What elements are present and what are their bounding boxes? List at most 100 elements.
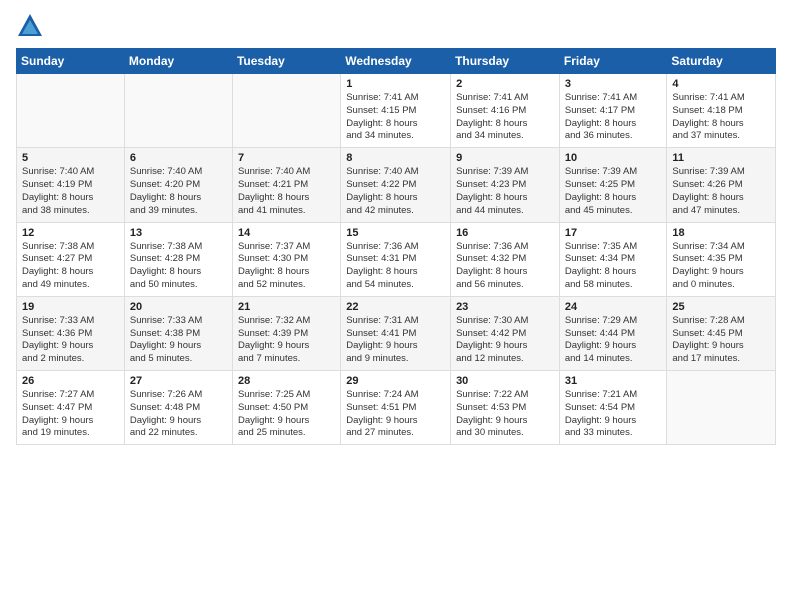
day-info: Sunrise: 7:24 AM Sunset: 4:51 PM Dayligh…	[346, 389, 445, 440]
calendar-cell: 18 Sunrise: 7:34 AM Sunset: 4:35 PM Dayli…	[667, 222, 776, 296]
day-number: 16	[456, 227, 554, 239]
calendar-cell: 27 Sunrise: 7:26 AM Sunset: 4:48 PM Dayli…	[124, 371, 232, 445]
calendar-cell: 13 Sunrise: 7:38 AM Sunset: 4:28 PM Dayli…	[124, 222, 232, 296]
day-number: 7	[238, 152, 335, 164]
day-number: 21	[238, 301, 335, 313]
calendar-cell: 17 Sunrise: 7:35 AM Sunset: 4:34 PM Dayli…	[559, 222, 667, 296]
weekday-header: Saturday	[667, 49, 776, 74]
logo	[16, 12, 48, 40]
day-number: 19	[22, 301, 119, 313]
day-number: 3	[565, 78, 662, 90]
day-info: Sunrise: 7:37 AM Sunset: 4:30 PM Dayligh…	[238, 241, 335, 292]
calendar-cell	[667, 371, 776, 445]
day-number: 10	[565, 152, 662, 164]
day-info: Sunrise: 7:38 AM Sunset: 4:27 PM Dayligh…	[22, 241, 119, 292]
calendar-cell: 11 Sunrise: 7:39 AM Sunset: 4:26 PM Dayli…	[667, 148, 776, 222]
day-number: 24	[565, 301, 662, 313]
day-info: Sunrise: 7:21 AM Sunset: 4:54 PM Dayligh…	[565, 389, 662, 440]
calendar-week-row: 26 Sunrise: 7:27 AM Sunset: 4:47 PM Dayli…	[17, 371, 776, 445]
calendar-cell: 9 Sunrise: 7:39 AM Sunset: 4:23 PM Daylig…	[451, 148, 560, 222]
calendar-cell: 7 Sunrise: 7:40 AM Sunset: 4:21 PM Daylig…	[232, 148, 340, 222]
calendar-cell: 1 Sunrise: 7:41 AM Sunset: 4:15 PM Daylig…	[341, 74, 451, 148]
calendar-cell: 29 Sunrise: 7:24 AM Sunset: 4:51 PM Dayli…	[341, 371, 451, 445]
day-info: Sunrise: 7:41 AM Sunset: 4:15 PM Dayligh…	[346, 92, 445, 143]
calendar-cell: 2Sunrise: 7:41 AM Sunset: 4:16 PM Daylig…	[451, 74, 560, 148]
day-info: Sunrise: 7:40 AM Sunset: 4:20 PM Dayligh…	[130, 166, 227, 217]
calendar-table: SundayMondayTuesdayWednesdayThursdayFrid…	[16, 48, 776, 445]
day-number: 4	[672, 78, 770, 90]
calendar-header-row: SundayMondayTuesdayWednesdayThursdayFrid…	[17, 49, 776, 74]
calendar-cell: 3Sunrise: 7:41 AM Sunset: 4:17 PM Daylig…	[559, 74, 667, 148]
calendar-cell: 28 Sunrise: 7:25 AM Sunset: 4:50 PM Dayli…	[232, 371, 340, 445]
calendar-cell: 5 Sunrise: 7:40 AM Sunset: 4:19 PM Daylig…	[17, 148, 125, 222]
day-info: Sunrise: 7:39 AM Sunset: 4:23 PM Dayligh…	[456, 166, 554, 217]
calendar-cell: 21Sunrise: 7:32 AM Sunset: 4:39 PM Dayli…	[232, 296, 340, 370]
calendar-cell: 22 Sunrise: 7:31 AM Sunset: 4:41 PM Dayli…	[341, 296, 451, 370]
day-info: Sunrise: 7:41 AM Sunset: 4:18 PM Dayligh…	[672, 92, 770, 143]
calendar-cell: 10Sunrise: 7:39 AM Sunset: 4:25 PM Dayli…	[559, 148, 667, 222]
weekday-header: Friday	[559, 49, 667, 74]
calendar-cell: 15Sunrise: 7:36 AM Sunset: 4:31 PM Dayli…	[341, 222, 451, 296]
calendar-cell: 19 Sunrise: 7:33 AM Sunset: 4:36 PM Dayli…	[17, 296, 125, 370]
day-number: 26	[22, 375, 119, 387]
day-info: Sunrise: 7:40 AM Sunset: 4:19 PM Dayligh…	[22, 166, 119, 217]
calendar-cell: 6 Sunrise: 7:40 AM Sunset: 4:20 PM Daylig…	[124, 148, 232, 222]
day-number: 18	[672, 227, 770, 239]
day-number: 28	[238, 375, 335, 387]
calendar-week-row: 12 Sunrise: 7:38 AM Sunset: 4:27 PM Dayli…	[17, 222, 776, 296]
calendar-cell: 31Sunrise: 7:21 AM Sunset: 4:54 PM Dayli…	[559, 371, 667, 445]
day-number: 2	[456, 78, 554, 90]
calendar-cell: 16 Sunrise: 7:36 AM Sunset: 4:32 PM Dayli…	[451, 222, 560, 296]
day-info: Sunrise: 7:25 AM Sunset: 4:50 PM Dayligh…	[238, 389, 335, 440]
day-number: 1	[346, 78, 445, 90]
calendar-cell: 30Sunrise: 7:22 AM Sunset: 4:53 PM Dayli…	[451, 371, 560, 445]
day-info: Sunrise: 7:26 AM Sunset: 4:48 PM Dayligh…	[130, 389, 227, 440]
calendar-cell	[124, 74, 232, 148]
weekday-header: Tuesday	[232, 49, 340, 74]
day-info: Sunrise: 7:31 AM Sunset: 4:41 PM Dayligh…	[346, 315, 445, 366]
weekday-header: Sunday	[17, 49, 125, 74]
day-info: Sunrise: 7:35 AM Sunset: 4:34 PM Dayligh…	[565, 241, 662, 292]
weekday-header: Thursday	[451, 49, 560, 74]
weekday-header: Monday	[124, 49, 232, 74]
day-info: Sunrise: 7:33 AM Sunset: 4:38 PM Dayligh…	[130, 315, 227, 366]
day-number: 14	[238, 227, 335, 239]
day-info: Sunrise: 7:36 AM Sunset: 4:32 PM Dayligh…	[456, 241, 554, 292]
day-info: Sunrise: 7:33 AM Sunset: 4:36 PM Dayligh…	[22, 315, 119, 366]
day-info: Sunrise: 7:40 AM Sunset: 4:22 PM Dayligh…	[346, 166, 445, 217]
calendar-cell: 12 Sunrise: 7:38 AM Sunset: 4:27 PM Dayli…	[17, 222, 125, 296]
day-number: 5	[22, 152, 119, 164]
day-number: 25	[672, 301, 770, 313]
day-info: Sunrise: 7:29 AM Sunset: 4:44 PM Dayligh…	[565, 315, 662, 366]
calendar-cell: 8Sunrise: 7:40 AM Sunset: 4:22 PM Daylig…	[341, 148, 451, 222]
day-info: Sunrise: 7:27 AM Sunset: 4:47 PM Dayligh…	[22, 389, 119, 440]
calendar-cell: 25 Sunrise: 7:28 AM Sunset: 4:45 PM Dayli…	[667, 296, 776, 370]
day-number: 12	[22, 227, 119, 239]
day-info: Sunrise: 7:34 AM Sunset: 4:35 PM Dayligh…	[672, 241, 770, 292]
calendar-cell: 23Sunrise: 7:30 AM Sunset: 4:42 PM Dayli…	[451, 296, 560, 370]
page: SundayMondayTuesdayWednesdayThursdayFrid…	[0, 0, 792, 612]
day-number: 22	[346, 301, 445, 313]
header	[16, 12, 776, 40]
calendar-week-row: 19 Sunrise: 7:33 AM Sunset: 4:36 PM Dayli…	[17, 296, 776, 370]
calendar-cell: 24 Sunrise: 7:29 AM Sunset: 4:44 PM Dayli…	[559, 296, 667, 370]
day-info: Sunrise: 7:22 AM Sunset: 4:53 PM Dayligh…	[456, 389, 554, 440]
day-number: 11	[672, 152, 770, 164]
weekday-header: Wednesday	[341, 49, 451, 74]
day-info: Sunrise: 7:36 AM Sunset: 4:31 PM Dayligh…	[346, 241, 445, 292]
day-number: 13	[130, 227, 227, 239]
calendar-cell	[232, 74, 340, 148]
calendar-week-row: 5 Sunrise: 7:40 AM Sunset: 4:19 PM Daylig…	[17, 148, 776, 222]
day-info: Sunrise: 7:40 AM Sunset: 4:21 PM Dayligh…	[238, 166, 335, 217]
day-info: Sunrise: 7:38 AM Sunset: 4:28 PM Dayligh…	[130, 241, 227, 292]
day-number: 29	[346, 375, 445, 387]
day-info: Sunrise: 7:28 AM Sunset: 4:45 PM Dayligh…	[672, 315, 770, 366]
day-number: 17	[565, 227, 662, 239]
day-number: 6	[130, 152, 227, 164]
calendar-cell	[17, 74, 125, 148]
day-number: 27	[130, 375, 227, 387]
day-info: Sunrise: 7:39 AM Sunset: 4:26 PM Dayligh…	[672, 166, 770, 217]
calendar-cell: 20Sunrise: 7:33 AM Sunset: 4:38 PM Dayli…	[124, 296, 232, 370]
day-number: 9	[456, 152, 554, 164]
calendar-cell: 26 Sunrise: 7:27 AM Sunset: 4:47 PM Dayli…	[17, 371, 125, 445]
